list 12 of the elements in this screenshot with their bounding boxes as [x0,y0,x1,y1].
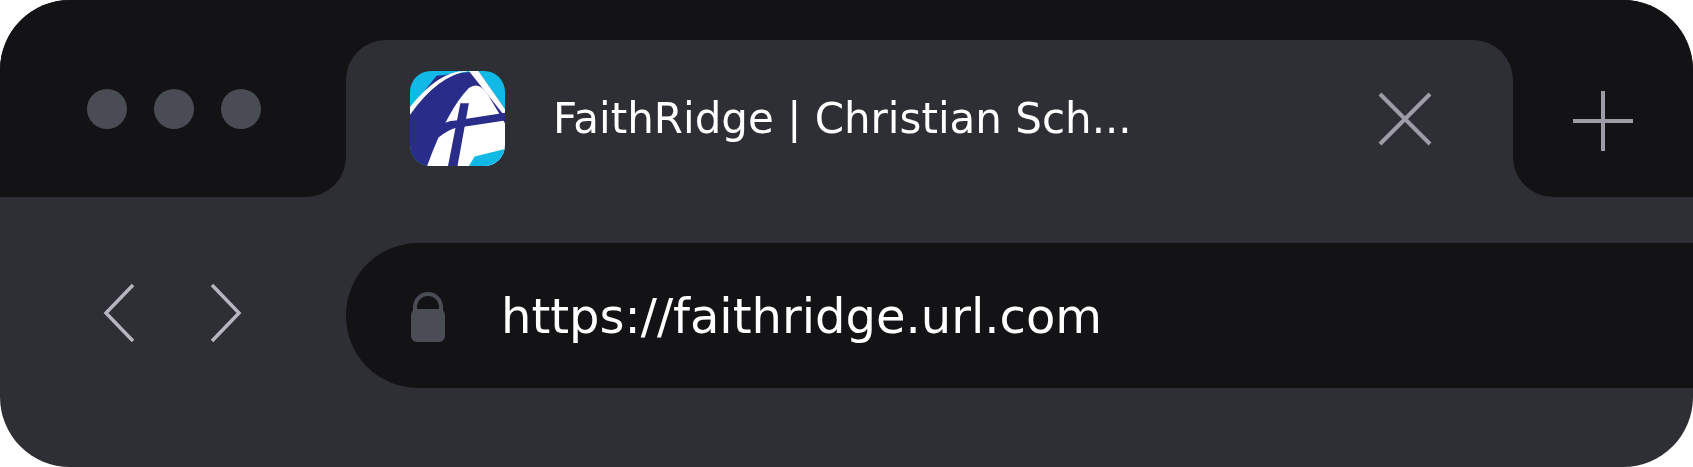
window-control-dot[interactable] [221,88,261,129]
browser-tab[interactable]: FaithRidge | Christian Sch... [346,40,1513,197]
forward-icon[interactable] [210,283,242,343]
url-text: https://faithridge.url.com [501,287,1102,344]
address-bar[interactable]: https://faithridge.url.com [346,243,1693,388]
back-icon[interactable] [103,283,135,343]
tab-title: FaithRidge | Christian Sch... [553,94,1133,143]
cross-logo-icon [410,71,505,166]
window-control-dot[interactable] [154,88,194,129]
close-icon[interactable] [1377,90,1433,147]
new-tab-icon[interactable] [1573,90,1633,151]
window-control-dot[interactable] [87,88,127,129]
